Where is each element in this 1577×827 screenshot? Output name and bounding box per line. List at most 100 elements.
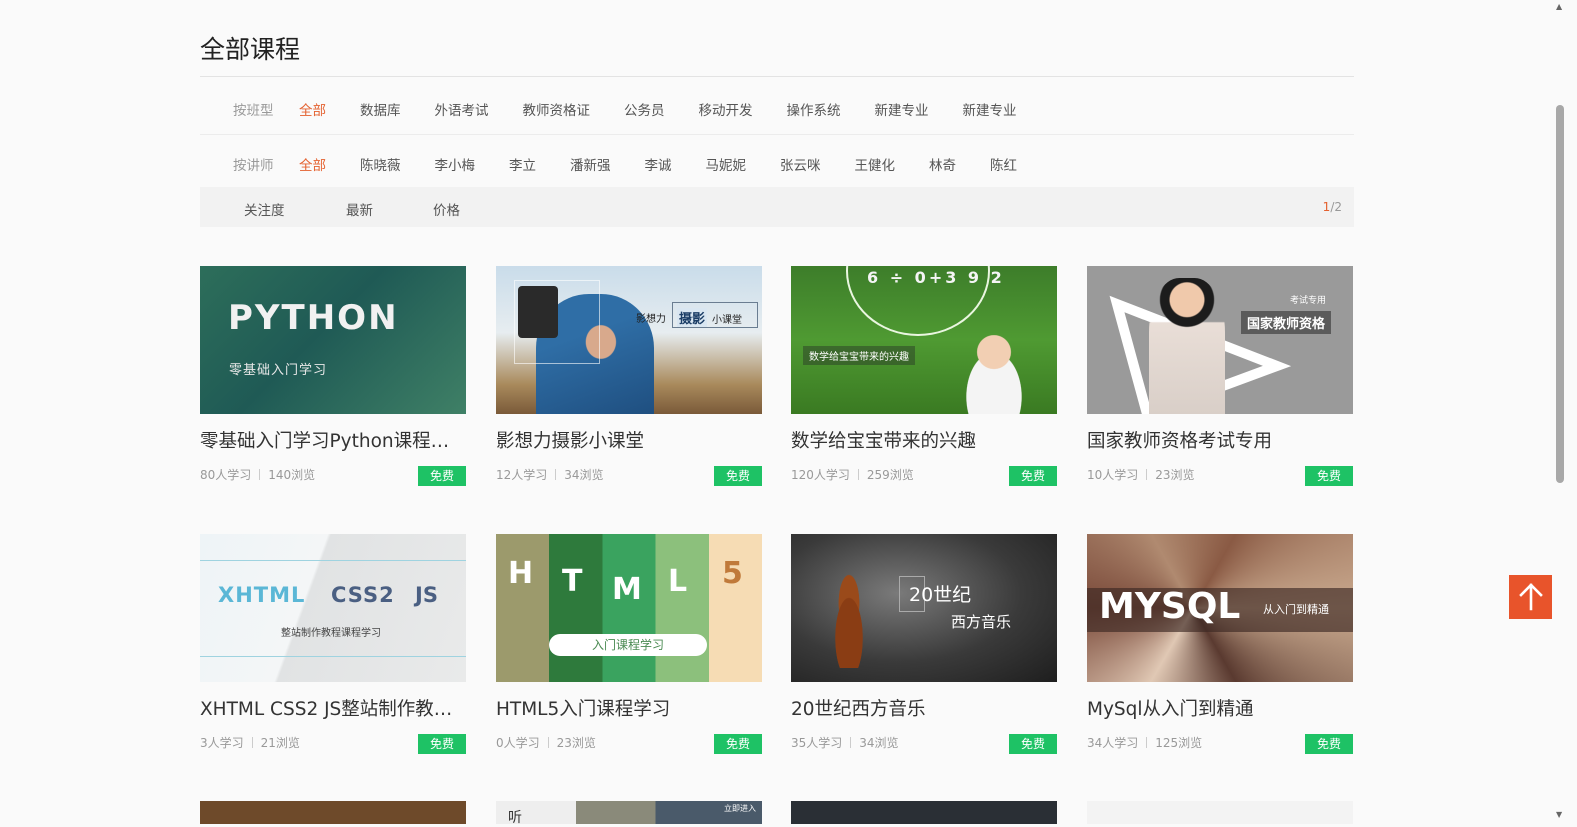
course-stats: 35人学习 34浏览 免费 [791,734,1057,754]
course-thumbnail-partial[interactable] [200,801,466,824]
back-to-top-button[interactable] [1509,575,1553,619]
stats-divider [259,469,261,480]
total-pages: 2 [1334,200,1342,214]
price-badge: 免费 [1009,466,1057,486]
student-count: 10人学习 [1087,468,1139,482]
class-type-filter-option[interactable]: 数据库 [360,99,401,119]
student-count: 35人学习 [791,736,843,750]
course-thumbnail[interactable]: 考试专用 国家教师资格 [1087,266,1353,414]
thumb-word-3: JS [415,583,438,607]
course-card[interactable]: H T M L 5 入门课程学习 HTML5入门课程学习 0人学习 23浏览 免费 [496,534,762,754]
course-card[interactable]: MYSQL 从入门到精通 MySql从入门到精通 34人学习 125浏览 免费 [1087,534,1353,754]
course-title[interactable]: XHTML CSS2 JS整站制作教程课程学习 [200,695,466,721]
stats-divider [547,737,549,748]
course-thumbnail[interactable]: MYSQL 从入门到精通 [1087,534,1353,682]
course-thumbnail-partial[interactable] [1087,801,1353,824]
thumb-subtitle: 整站制作教程课程学习 [281,628,381,639]
frame-lines [514,280,600,364]
thumb-letter-5: 5 [722,556,743,591]
view-count: 23浏览 [556,736,596,750]
baby-figure [951,328,1037,414]
thumb-word-2: CSS2 [331,583,395,607]
thumb-letter-h: H [508,556,534,591]
course-title[interactable]: 影想力摄影小课堂 [496,427,762,453]
accent-line-bottom [200,656,466,657]
course-thumbnail[interactable]: 影想力 摄影 小课堂 [496,266,762,414]
class-type-filter-option[interactable]: 新建专业 [963,99,1017,119]
teacher-filter-option[interactable]: 李小梅 [435,154,476,174]
filter-label-class-type: 按班型 [233,103,274,119]
course-title[interactable]: HTML5入门课程学习 [496,695,762,721]
course-thumbnail[interactable]: XHTML CSS2 JS 整站制作教程课程学习 [200,534,466,682]
cello-figure [825,568,873,668]
teacher-filter-option[interactable]: 王健化 [855,154,896,174]
teacher-filter-option[interactable]: 张云咪 [780,154,821,174]
class-type-filter-option[interactable]: 公务员 [624,99,665,119]
course-thumbnail-partial[interactable]: 听 立即进入 [496,801,762,826]
course-thumbnail[interactable]: 20世纪 西方音乐 [791,534,1057,682]
course-thumbnail-partial[interactable] [791,801,1057,824]
thumb-top-text: 考试专用 [1290,296,1327,306]
course-card[interactable]: 考试专用 国家教师资格 国家教师资格考试专用 10人学习 23浏览 免费 [1087,266,1353,486]
course-stats: 80人学习 140浏览 免费 [200,466,466,486]
thumb-subtitle: 零基础入门学习 [229,363,328,378]
course-stats: 120人学习 259浏览 免费 [791,466,1057,486]
class-type-filter-option[interactable]: 移动开发 [699,99,753,119]
price-badge: 免费 [418,466,466,486]
class-type-filter-option[interactable]: 新建专业 [875,99,929,119]
page-title: 全部课程 [200,35,301,64]
course-thumbnail[interactable]: 6 ÷ 0+3 9 2 数学给宝宝带来的兴趣 [791,266,1057,414]
stats-divider [555,469,557,480]
course-card[interactable]: 6 ÷ 0+3 9 2 数学给宝宝带来的兴趣 数学给宝宝带来的兴趣 120人学习… [791,266,1057,486]
course-thumbnail[interactable]: H T M L 5 入门课程学习 [496,534,762,682]
teacher-filter-option[interactable]: 陈晓薇 [360,154,401,174]
view-count: 125浏览 [1155,736,1203,750]
teacher-filter-option[interactable]: 李诚 [645,154,672,174]
thumb-letter-l: L [668,564,688,599]
thumb-math: 6 ÷ 0+3 9 2 [867,268,1005,287]
course-title[interactable]: MySql从入门到精通 [1087,695,1353,721]
course-stats: 3人学习 21浏览 免费 [200,734,466,754]
course-title[interactable]: 国家教师资格考试专用 [1087,427,1353,453]
student-count: 120人学习 [791,468,850,482]
thumb-line-1: 20世纪 [909,584,972,606]
teacher-filter-option[interactable]: 李立 [509,154,536,174]
course-card[interactable]: PYTHON 零基础入门学习 零基础入门学习Python课程学习 80人学习 14… [200,266,466,486]
course-title[interactable]: 数学给宝宝带来的兴趣 [791,427,1057,453]
stats-divider [850,737,852,748]
sort-by-newest[interactable]: 最新 [346,199,373,219]
course-stats: 34人学习 125浏览 免费 [1087,734,1353,754]
sort-by-popularity[interactable]: 关注度 [244,199,285,219]
thumb-letter-m: M [612,572,642,607]
course-title[interactable]: 20世纪西方音乐 [791,695,1057,721]
course-card[interactable]: XHTML CSS2 JS 整站制作教程课程学习 XHTML CSS2 JS整站… [200,534,466,754]
teacher-filter-option[interactable]: 林奇 [929,154,956,174]
course-card[interactable]: 20世纪 西方音乐 20世纪西方音乐 35人学习 34浏览 免费 [791,534,1057,754]
teacher-filter-option[interactable]: 陈红 [990,154,1017,174]
stats-divider [1146,737,1148,748]
course-thumbnail[interactable]: PYTHON 零基础入门学习 [200,266,466,414]
scrollbar-thumb[interactable] [1556,105,1564,483]
class-type-filter-option[interactable]: 全部 [299,99,326,119]
class-type-filter-option[interactable]: 教师资格证 [523,99,591,119]
teacher-filter-option[interactable]: 马妮妮 [706,154,747,174]
class-type-filter-option[interactable]: 操作系统 [787,99,841,119]
scroll-down-icon[interactable]: ▼ [1556,810,1562,819]
sort-by-price[interactable]: 价格 [433,199,460,219]
view-count: 23浏览 [1155,468,1195,482]
student-count: 0人学习 [496,736,540,750]
teacher-filter-option[interactable]: 全部 [299,154,326,174]
scroll-up-icon[interactable]: ▲ [1556,2,1562,11]
sort-bar: 关注度 最新 价格 1/2 [200,187,1354,227]
view-count: 140浏览 [268,468,316,482]
teacher-figure [1149,278,1225,414]
course-stats: 0人学习 23浏览 免费 [496,734,762,754]
filter-label-teacher: 按讲师 [233,158,274,174]
price-badge: 免费 [714,734,762,754]
class-type-filter-option[interactable]: 外语考试 [435,99,489,119]
course-title[interactable]: 零基础入门学习Python课程学习 [200,427,466,453]
vertical-scrollbar[interactable]: ▲ ▼ [1552,0,1569,824]
teacher-filter-option[interactable]: 潘新强 [570,154,611,174]
course-stats: 10人学习 23浏览 免费 [1087,466,1353,486]
course-card[interactable]: 影想力 摄影 小课堂 影想力摄影小课堂 12人学习 34浏览 免费 [496,266,762,486]
